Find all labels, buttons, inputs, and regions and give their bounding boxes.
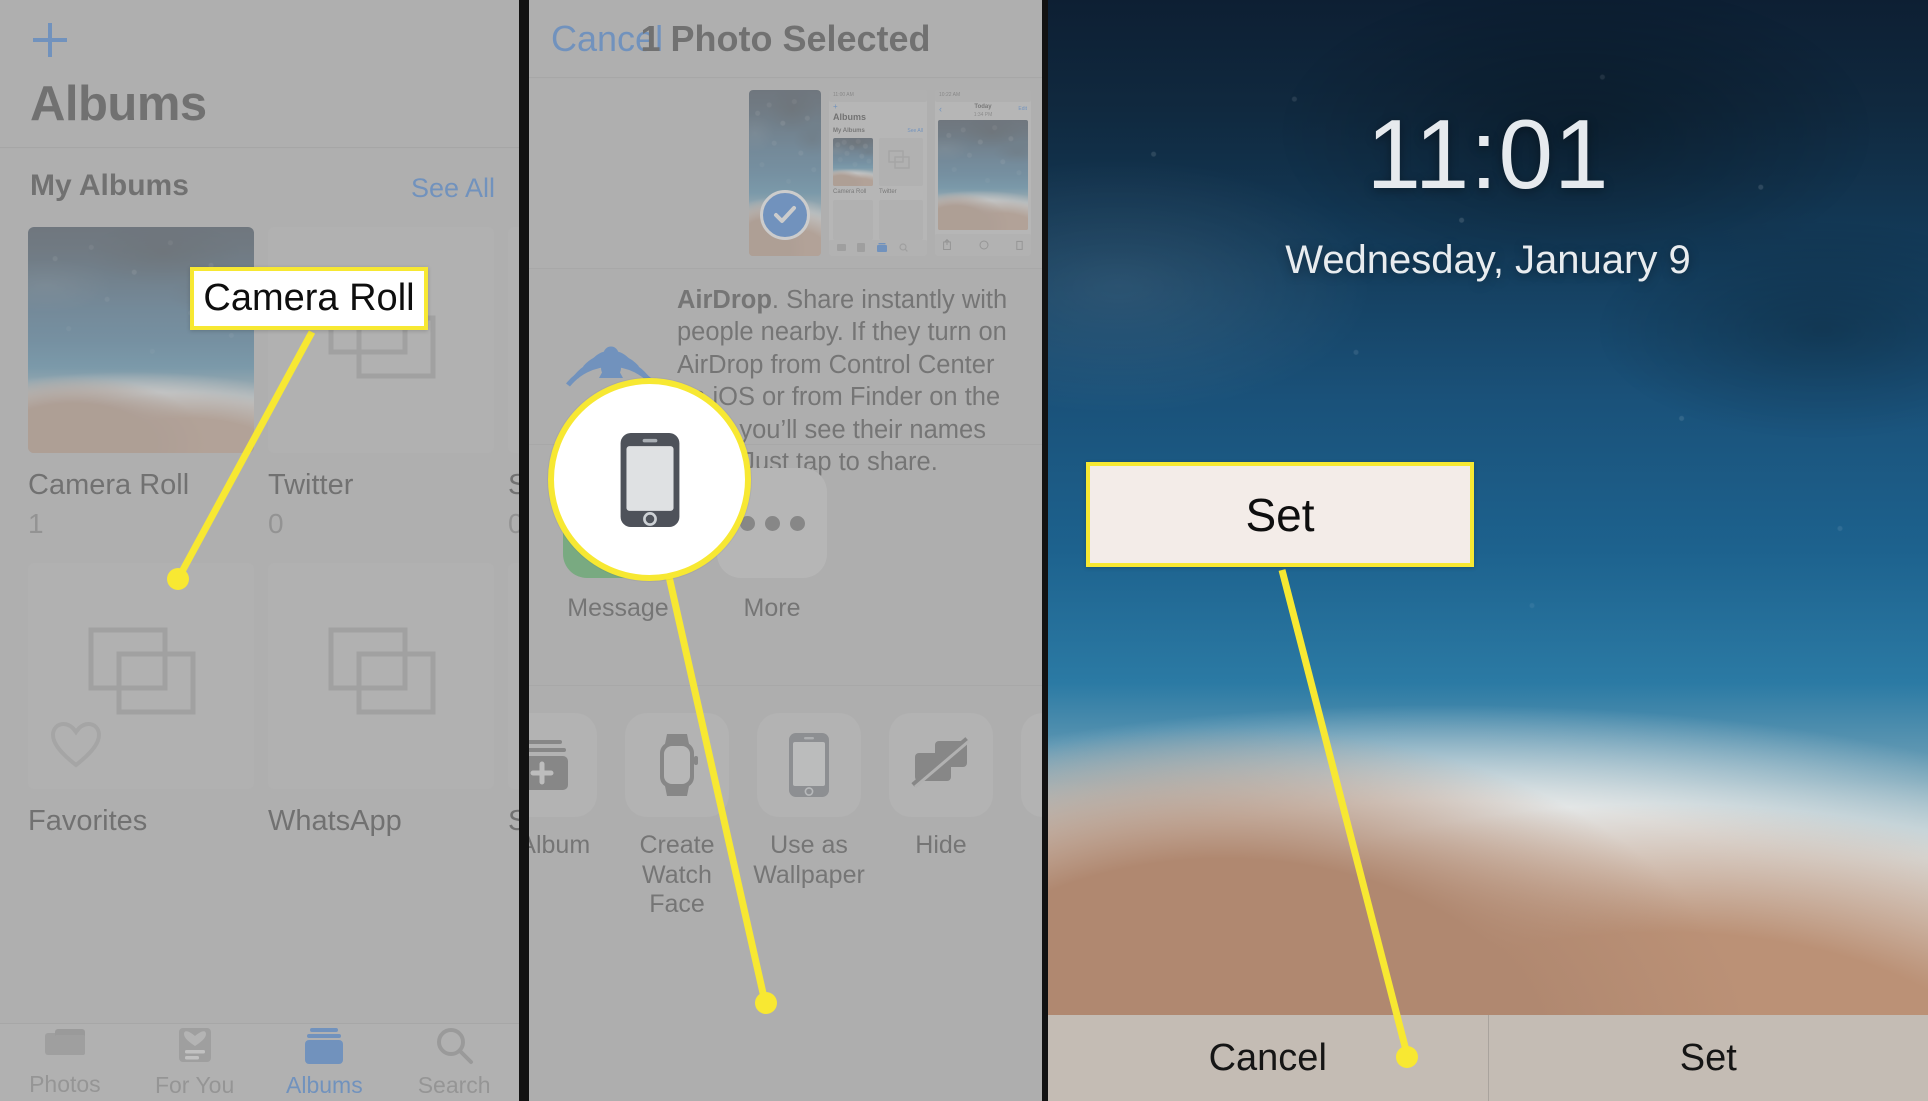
- mini-section: My Albums: [833, 128, 865, 134]
- action-label: Du: [1009, 831, 1042, 861]
- album-name: Camera Roll: [28, 469, 190, 501]
- callout-anchor-dot: [1396, 1046, 1418, 1068]
- iphone-icon: [620, 432, 679, 527]
- set-button[interactable]: Set: [1487, 1015, 1928, 1101]
- callout-set: Set: [1086, 462, 1474, 567]
- album-thumbnail[interactable]: [508, 563, 519, 789]
- album-name: Favorites: [28, 805, 148, 837]
- album-thumbnail[interactable]: [268, 227, 494, 453]
- action-label: o Album: [529, 831, 591, 859]
- tab-albums[interactable]: Albums: [260, 1024, 390, 1101]
- share-app-label: More: [743, 594, 801, 622]
- panel-divider: [519, 0, 529, 1101]
- selected-photo-thumbnail[interactable]: [749, 90, 821, 256]
- section-heading-my-albums: My Albums: [30, 169, 189, 202]
- album-count: 0: [508, 508, 519, 539]
- plus-icon[interactable]: [28, 18, 72, 62]
- check-icon: [760, 190, 810, 240]
- album-tile[interactable]: Favorites: [28, 563, 254, 838]
- airdrop-bold-label: AirDrop: [677, 286, 772, 314]
- preview-screenshot-albums[interactable]: 11:00 AM + Albums My Albums See All Came…: [829, 90, 927, 256]
- magnifier-use-as-wallpaper: [548, 378, 751, 581]
- action-duplicate[interactable]: Du: [1009, 713, 1042, 861]
- action-use-as-wallpaper[interactable]: Use as Wallpaper: [745, 713, 873, 890]
- preview-screenshot-photo[interactable]: 10:22 AM ‹ Today 1:34 PM Edit: [935, 90, 1031, 256]
- album-thumbnail[interactable]: [28, 563, 254, 789]
- photo-stack-icon: [328, 627, 436, 715]
- mini-see-all: See All: [907, 128, 923, 134]
- album-tile[interactable]: S: [508, 563, 519, 838]
- wallpaper-action-bar: Cancel Set: [1048, 1015, 1928, 1101]
- album-tile[interactable]: WhatsApp: [268, 563, 494, 838]
- tab-label: Search: [417, 1072, 491, 1098]
- iphone-icon: [757, 713, 861, 817]
- cancel-button[interactable]: Cancel: [1048, 1015, 1488, 1101]
- hide-icon: [889, 713, 993, 817]
- album-thumbnail[interactable]: [268, 563, 494, 789]
- tab-search[interactable]: Search: [389, 1024, 519, 1101]
- search-icon: [437, 1028, 474, 1064]
- tab-label: For You: [154, 1072, 235, 1098]
- tab-label: Albums: [286, 1072, 363, 1098]
- tab-photos[interactable]: Photos: [0, 1024, 130, 1101]
- action-label: Use as Wallpaper: [753, 831, 865, 889]
- photos-icon: [44, 1029, 85, 1055]
- tab-for-you[interactable]: For You: [130, 1024, 260, 1101]
- selected-photo-preview-row: 11:00 AM + Albums My Albums See All Came…: [529, 79, 1042, 269]
- watch-icon: [625, 713, 729, 817]
- action-label: Create Watch Face: [639, 831, 715, 918]
- lock-screen-time: 11:01: [1366, 99, 1610, 209]
- tab-label: Photos: [29, 1071, 101, 1097]
- photos-tab-bar: Photos For You Albums Search: [0, 1023, 519, 1101]
- album-tile[interactable]: S 0: [508, 227, 519, 540]
- screenshot-stage: Albums My Albums See All Camera Roll 1 T…: [0, 0, 1928, 1101]
- mini-edit: Edit: [1018, 106, 1027, 112]
- mini-title: Today: [974, 104, 992, 110]
- lock-screen-date: Wednesday, January 9: [1285, 238, 1691, 282]
- action-hide[interactable]: Hide: [877, 713, 1005, 861]
- callout-camera-roll: Camera Roll: [190, 267, 428, 330]
- action-label: Hide: [915, 831, 967, 859]
- albums-icon: [305, 1028, 344, 1064]
- album-thumbnail[interactable]: [28, 227, 254, 453]
- album-name: WhatsApp: [268, 805, 402, 837]
- album-name: S: [508, 805, 519, 837]
- albums-navigation-bar: Albums: [0, 0, 519, 148]
- mini-title: Albums: [833, 112, 867, 122]
- panel-photos-albums: Albums My Albums See All Camera Roll 1 T…: [0, 0, 519, 1101]
- share-actions-row: o Album Create Watch Face: [529, 687, 1042, 1101]
- add-to-album-icon: [529, 713, 597, 817]
- duplicate-icon: [1021, 713, 1042, 817]
- page-title: Albums: [30, 77, 207, 131]
- album-name: S: [508, 469, 519, 501]
- action-add-to-album[interactable]: o Album: [529, 713, 609, 861]
- album-count: 0: [268, 508, 284, 539]
- see-all-link[interactable]: See All: [411, 173, 495, 204]
- mini-subtitle: 1:34 PM: [973, 112, 993, 118]
- share-title: 1 Photo Selected: [640, 18, 931, 59]
- action-create-watch-face[interactable]: Create Watch Face: [613, 713, 741, 920]
- album-count: 1: [28, 508, 44, 539]
- album-name: Twitter: [268, 469, 354, 501]
- share-app-label: Message: [567, 594, 669, 622]
- callout-anchor-dot: [167, 568, 189, 590]
- heart-icon: [50, 721, 102, 768]
- for-you-icon: [178, 1028, 211, 1062]
- album-thumbnail[interactable]: [508, 227, 519, 453]
- callout-anchor-dot: [755, 992, 777, 1014]
- photo-stack-icon: [88, 627, 196, 715]
- share-navigation-bar: Cancel 1 Photo Selected: [529, 0, 1042, 78]
